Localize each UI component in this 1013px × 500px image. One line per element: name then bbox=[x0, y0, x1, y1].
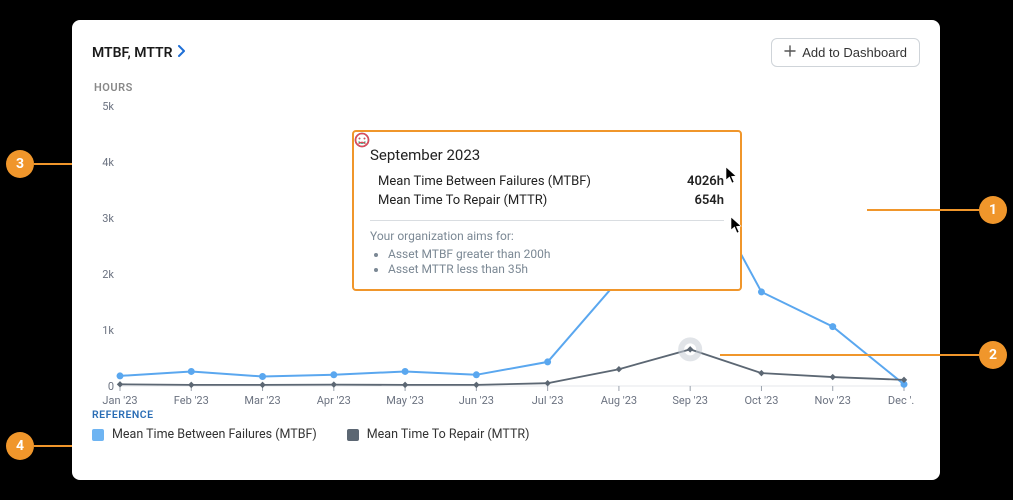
svg-text:Nov '23: Nov '23 bbox=[815, 394, 851, 407]
legend-swatch-mtbf bbox=[92, 429, 104, 441]
annotation-line-1 bbox=[867, 209, 979, 211]
tooltip-goal-heading: Your organization aims for: bbox=[370, 229, 724, 243]
card-header: MTBF, MTTR Add to Dashboard bbox=[92, 38, 920, 67]
annotation-line-4 bbox=[34, 445, 72, 447]
annotation-bubble-2: 2 bbox=[979, 341, 1007, 369]
add-button-label: Add to Dashboard bbox=[802, 45, 907, 60]
tooltip-row-mtbf: Mean Time Between Failures (MTBF) 4026h bbox=[370, 174, 724, 189]
legend: Mean Time Between Failures (MTBF) Mean T… bbox=[92, 427, 920, 442]
chart-title-text: MTBF, MTTR bbox=[92, 45, 173, 61]
tooltip-divider bbox=[370, 220, 724, 221]
svg-text:0: 0 bbox=[108, 380, 114, 393]
tooltip-goal-2: Asset MTTR less than 35h bbox=[388, 262, 724, 276]
annotation-line-2 bbox=[720, 354, 979, 356]
svg-text:2k: 2k bbox=[102, 268, 114, 281]
tooltip-goal-list: Asset MTBF greater than 200h Asset MTTR … bbox=[370, 247, 724, 276]
svg-text:Mar '23: Mar '23 bbox=[244, 394, 280, 407]
legend-swatch-mttr bbox=[347, 429, 359, 441]
svg-text:Jul '23: Jul '23 bbox=[532, 394, 564, 407]
svg-text:Aug '23: Aug '23 bbox=[601, 394, 637, 407]
svg-text:4k: 4k bbox=[102, 156, 114, 169]
y-axis-label: HOURS bbox=[94, 81, 920, 94]
chart-title-link[interactable]: MTBF, MTTR bbox=[92, 45, 187, 61]
plus-icon bbox=[784, 45, 796, 60]
legend-item-mttr[interactable]: Mean Time To Repair (MTTR) bbox=[347, 427, 530, 442]
chart-tooltip: September 2023 Mean Time Between Failure… bbox=[352, 130, 742, 291]
tooltip-period: September 2023 bbox=[370, 146, 724, 164]
legend-label-mttr: Mean Time To Repair (MTTR) bbox=[367, 427, 530, 442]
annotation-bubble-4: 4 bbox=[6, 432, 34, 460]
chart-card: MTBF, MTTR Add to Dashboard HOURS 0 1k 2k 3… bbox=[72, 20, 940, 480]
annotation-line-3 bbox=[34, 163, 72, 165]
svg-text:5k: 5k bbox=[102, 100, 114, 113]
annotation-bubble-3: 3 bbox=[6, 150, 34, 178]
svg-text:May '23: May '23 bbox=[386, 394, 424, 407]
svg-text:Jan '23: Jan '23 bbox=[102, 394, 137, 407]
svg-text:Apr '23: Apr '23 bbox=[317, 394, 351, 407]
svg-text:Jun '23: Jun '23 bbox=[459, 394, 494, 407]
legend-item-mtbf[interactable]: Mean Time Between Failures (MTBF) bbox=[92, 427, 317, 442]
svg-text:Sep '23: Sep '23 bbox=[672, 394, 708, 407]
svg-text:3k: 3k bbox=[102, 212, 114, 225]
svg-text:Dec '...: Dec '... bbox=[888, 394, 914, 407]
svg-text:1k: 1k bbox=[102, 324, 114, 337]
tooltip-mtbf-label: Mean Time Between Failures (MTBF) bbox=[378, 174, 591, 189]
svg-text:Oct '23: Oct '23 bbox=[744, 394, 778, 407]
legend-label-mtbf: Mean Time Between Failures (MTBF) bbox=[112, 427, 317, 442]
tooltip-goal-1: Asset MTBF greater than 200h bbox=[388, 247, 724, 261]
tooltip-mttr-value: 654h bbox=[684, 193, 724, 208]
chevron-right-icon bbox=[177, 45, 187, 61]
annotation-bubble-1: 1 bbox=[979, 196, 1007, 224]
tooltip-row-mttr: Mean Time To Repair (MTTR) 654h bbox=[370, 193, 724, 208]
add-to-dashboard-button[interactable]: Add to Dashboard bbox=[771, 38, 920, 67]
svg-text:Feb '23: Feb '23 bbox=[174, 394, 209, 407]
tooltip-mttr-label: Mean Time To Repair (MTTR) bbox=[378, 193, 547, 208]
tooltip-mtbf-value: 4026h bbox=[677, 174, 724, 189]
